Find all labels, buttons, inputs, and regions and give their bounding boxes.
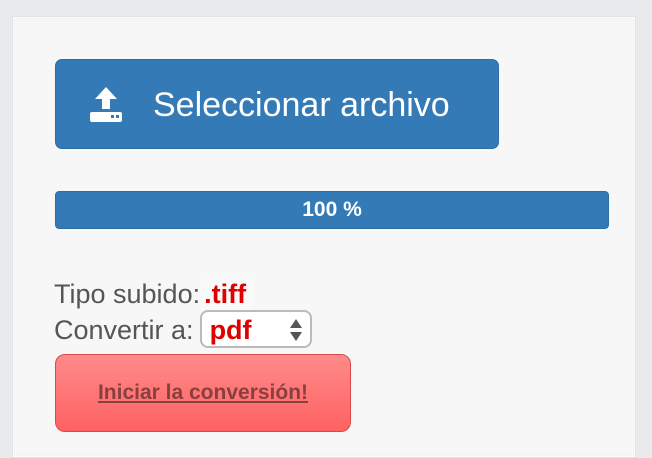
format-select-value: pdf: [209, 314, 252, 345]
format-select[interactable]: pdf: [199, 309, 312, 348]
select-file-button[interactable]: Seleccionar archivo: [55, 59, 499, 149]
uploaded-type-row: Tipo subido: .tiff: [54, 279, 255, 310]
start-conversion-button[interactable]: Iniciar la conversión!: [55, 354, 351, 432]
progress-text: 100 %: [302, 198, 362, 221]
upload-icon: [88, 84, 124, 124]
select-arrows-icon: [288, 317, 304, 343]
uploaded-type-value: .tiff: [200, 279, 255, 310]
select-file-label: Seleccionar archivo: [153, 86, 450, 124]
upload-progress-bar: 100 %: [55, 191, 609, 229]
convert-to-row: Convertir a: pdf: [54, 309, 312, 348]
start-conversion-label: Iniciar la conversión!: [97, 381, 309, 404]
converter-panel: Seleccionar archivo 100 % Tipo subido: .t…: [12, 16, 636, 458]
uploaded-type-label: Tipo subido:: [54, 279, 201, 309]
convert-to-label: Convertir a:: [54, 315, 194, 345]
